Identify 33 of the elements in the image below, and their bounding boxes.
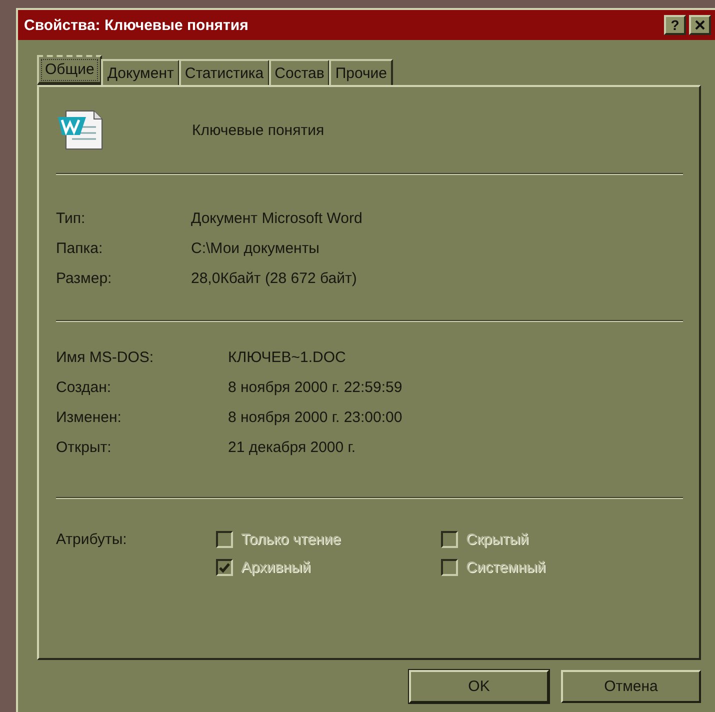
tab[interactable]: Документ [101, 59, 180, 85]
field-label: Изменен: [56, 409, 122, 427]
field-label: Размер: [56, 270, 113, 288]
tab[interactable]: Статистика [178, 59, 270, 85]
field-value: 21 декабря 2000 г. [228, 439, 357, 457]
field-value: 8 ноября 2000 г. 23:00:00 [228, 409, 404, 427]
window-title: Свойства: Ключевые понятия [24, 16, 250, 34]
field-value: 8 ноября 2000 г. 22:59:59 [228, 379, 404, 397]
tab[interactable]: Прочие [329, 59, 394, 85]
document-icon [56, 109, 104, 151]
tab[interactable]: Общие [37, 55, 102, 85]
field-label: Папка: [56, 240, 104, 258]
help-button[interactable]: ? [664, 15, 686, 35]
field-value: C:\Мои документы [191, 240, 320, 258]
checkbox-label: Системный [466, 559, 546, 576]
checkbox-label: Архивный [241, 559, 310, 576]
field-value: 28,0Кбайт (28 672 байт) [191, 270, 358, 288]
attributes-label: Атрибуты: [56, 531, 128, 550]
dialog-button[interactable]: OK [409, 670, 549, 703]
field-value: Документ Microsoft Word [191, 210, 364, 228]
checkbox-label: Только чтение [241, 531, 341, 548]
tab[interactable]: Состав [268, 59, 330, 85]
field-label: Открыт: [56, 439, 112, 457]
file-name: Ключевые понятия [192, 122, 324, 138]
checkbox-label: Скрытый [466, 531, 529, 548]
field-label: Создан: [56, 379, 112, 397]
dialog-button[interactable]: Отмена [561, 670, 701, 703]
close-button[interactable] [689, 15, 711, 35]
field-label: Имя MS-DOS: [56, 349, 155, 367]
field-label: Тип: [56, 210, 86, 228]
close-icon [695, 20, 705, 30]
check-icon [219, 562, 230, 572]
field-value: КЛЮЧЕВ~1.DOC [228, 349, 347, 367]
